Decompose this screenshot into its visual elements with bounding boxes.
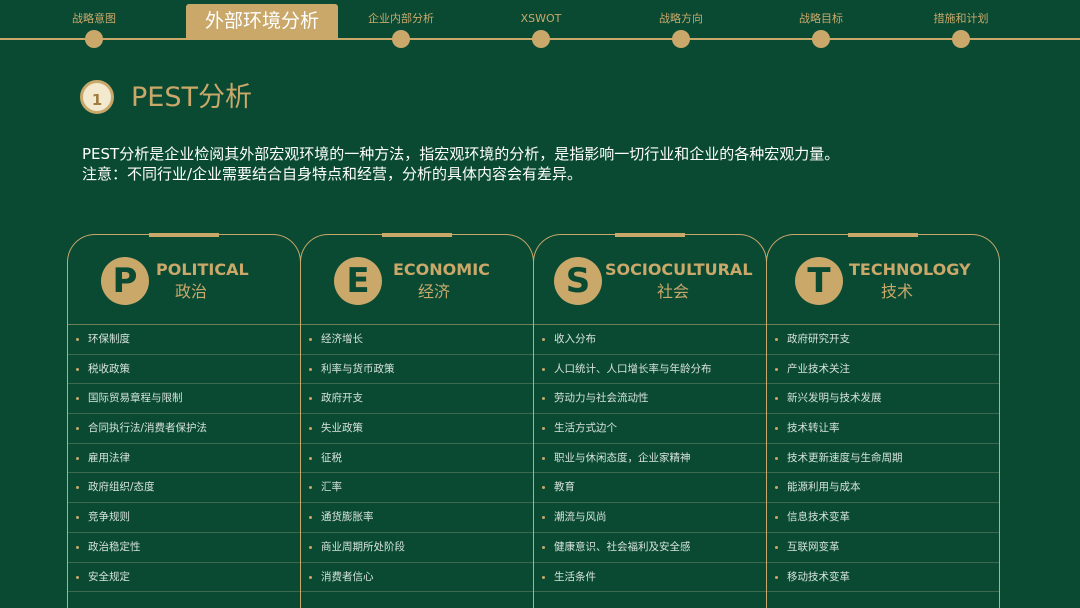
card-title-en: POLITICAL [156,260,249,279]
list-item: 国际贸易章程与限制 [68,384,300,415]
list-item: 新兴发明与技术发展 [767,384,999,415]
nav-item-internal-analysis[interactable]: 企业内部分析 [331,0,471,48]
card-economic: E ECONOMIC 经济 经济增长 利率与货币政策 政府开支 失业政策 征税 … [300,233,534,608]
nav-dot [85,30,103,48]
list-item: 征税 [301,444,533,474]
list-item: 政府组织/态度 [68,473,300,504]
nav-item-label: XSWOT [520,12,562,25]
list-item: 生活条件 [534,563,766,593]
nav-item-strategic-intent[interactable]: 战略意图 [24,0,164,48]
card-header: S SOCIOCULTURAL 社会 [534,235,766,325]
list-item: 雇用法律 [68,444,300,474]
nav-item-label: 战略方向 [659,12,703,25]
nav-dot [672,30,690,48]
nav-item-strategic-direction[interactable]: 战略方向 [611,0,751,48]
card-title-zh: 经济 [418,282,451,301]
nav-dot [812,30,830,48]
list-item: 消费者信心 [301,563,533,593]
list-item: 技术更新速度与生命周期 [767,444,999,474]
card-item-list: 收入分布 人口统计、人口增长率与年龄分布 劳动力与社会流动性 生活方式边个 职业… [534,325,766,593]
intro-note: 注意：不同行业/企业需要结合自身特点和经营，分析的具体内容会有差异。 [82,165,583,183]
list-item: 利率与货币政策 [301,355,533,385]
letter-s-icon: S [554,257,602,305]
list-item: 劳动力与社会流动性 [534,384,766,415]
card-technology: T TECHNOLOGY 技术 政府研究开支 产业技术关注 新兴发明与技术发展 … [766,233,1000,608]
card-item-list: 经济增长 利率与货币政策 政府开支 失业政策 征税 汇率 通货膨胀率 商业周期所… [301,325,533,593]
card-header: E ECONOMIC 经济 [301,235,533,325]
list-item: 能源利用与成本 [767,473,999,504]
card-title-zh: 技术 [881,282,914,301]
nav-item-label: 措施和计划 [933,12,989,25]
list-item: 环保制度 [68,325,300,355]
nav-item-measures-plans[interactable]: 措施和计划 [891,0,1031,48]
letter-e-icon: E [334,257,382,305]
list-item: 商业周期所处阶段 [301,533,533,563]
nav-item-strategic-goals[interactable]: 战略目标 [751,0,891,48]
nav-item-label: 企业内部分析 [368,12,434,25]
pest-cards: P POLITICAL 政治 环保制度 税收政策 国际贸易章程与限制 合同执行法… [67,233,1001,608]
list-item: 竞争规则 [68,503,300,533]
list-item: 安全规定 [68,563,300,593]
nav-dot [952,30,970,48]
list-item: 政治稳定性 [68,533,300,563]
page-title: PEST分析 [131,82,252,113]
list-item: 技术转让率 [767,414,999,444]
nav-item-xswot[interactable]: XSWOT [471,0,611,48]
list-item: 政府研究开支 [767,325,999,355]
list-item: 通货膨胀率 [301,503,533,533]
list-item: 信息技术变革 [767,503,999,533]
list-item: 教育 [534,473,766,504]
letter-t-icon: T [795,257,843,305]
nav-dot [392,30,410,48]
nav-dot [532,30,550,48]
nav-item-label: 战略意图 [72,12,116,25]
intro-line: PEST分析是企业检阅其外部宏观环境的一种方法，指宏观环境的分析，是指影响一切行… [82,145,840,163]
card-sociocultural: S SOCIOCULTURAL 社会 收入分布 人口统计、人口增长率与年龄分布 … [533,233,767,608]
card-title-en: TECHNOLOGY [849,260,971,279]
list-item: 合同执行法/消费者保护法 [68,414,300,444]
card-item-list: 环保制度 税收政策 国际贸易章程与限制 合同执行法/消费者保护法 雇用法律 政府… [68,325,300,593]
card-header: T TECHNOLOGY 技术 [767,235,999,325]
list-item: 税收政策 [68,355,300,385]
card-title-en: ECONOMIC [393,260,490,279]
list-item: 健康意识、社会福利及安全感 [534,533,766,563]
nav-item-label: 战略目标 [799,12,843,25]
list-item: 政府开支 [301,384,533,415]
top-nav: 战略意图 外部环境分析 企业内部分析 XSWOT 战略方向 战略目标 措施和计划 [0,0,1080,52]
card-title-zh: 社会 [657,282,690,301]
card-title-en: SOCIOCULTURAL [605,260,753,279]
list-item: 经济增长 [301,325,533,355]
list-item: 生活方式边个 [534,414,766,444]
list-item: 失业政策 [301,414,533,444]
list-item: 人口统计、人口增长率与年龄分布 [534,355,766,385]
card-header: P POLITICAL 政治 [68,235,300,325]
nav-item-label: 外部环境分析 [186,4,338,38]
list-item: 移动技术变革 [767,563,999,593]
list-item: 潮流与风尚 [534,503,766,533]
list-item: 收入分布 [534,325,766,355]
list-item: 汇率 [301,473,533,504]
list-item: 产业技术关注 [767,355,999,385]
card-title-zh: 政治 [175,282,208,301]
section-number-badge: 1 [80,80,114,114]
nav-item-external-analysis[interactable]: 外部环境分析 [186,4,338,52]
list-item: 互联网变革 [767,533,999,563]
card-political: P POLITICAL 政治 环保制度 税收政策 国际贸易章程与限制 合同执行法… [67,233,301,608]
intro-text: PEST分析是企业检阅其外部宏观环境的一种方法，指宏观环境的分析，是指影响一切行… [82,144,839,184]
list-item: 职业与休闲态度，企业家精神 [534,444,766,474]
letter-p-icon: P [101,257,149,305]
card-item-list: 政府研究开支 产业技术关注 新兴发明与技术发展 技术转让率 技术更新速度与生命周… [767,325,999,593]
